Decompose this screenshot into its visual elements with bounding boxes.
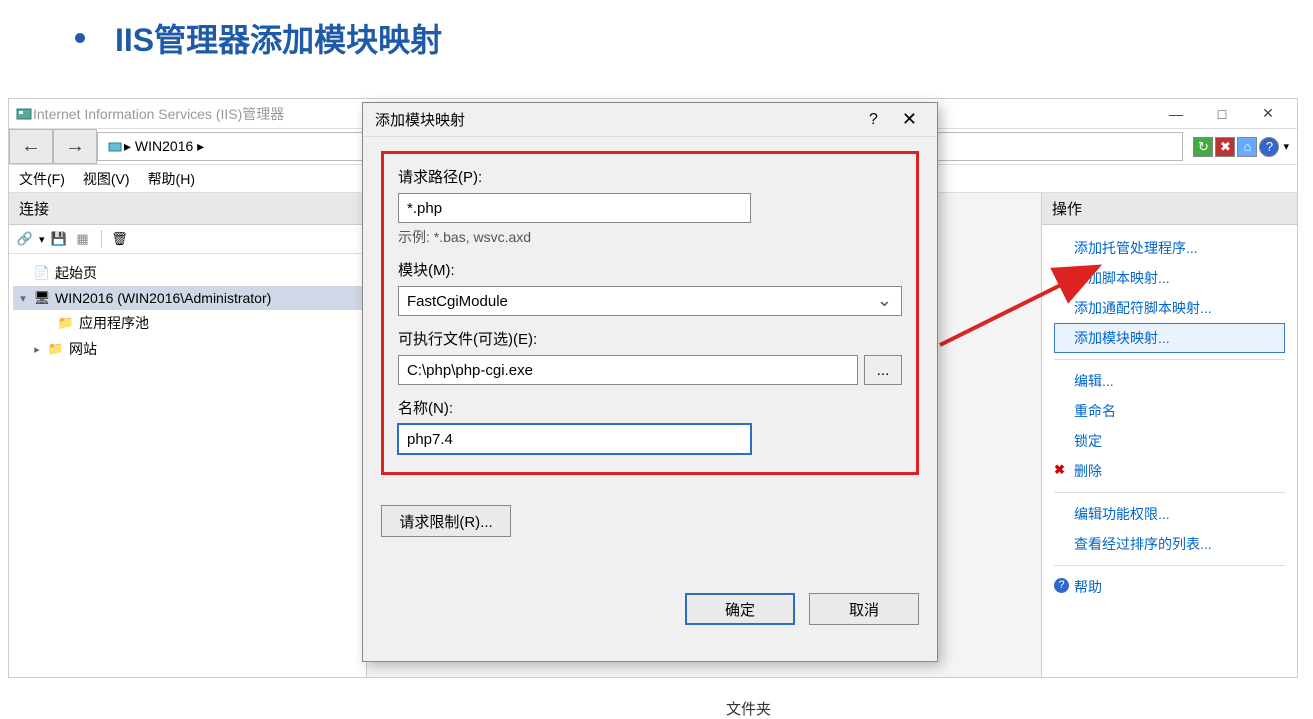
action-view-sorted-list[interactable]: 查看经过排序的列表... bbox=[1054, 529, 1285, 559]
cancel-button[interactable]: 取消 bbox=[809, 593, 919, 625]
tree-server-node[interactable]: ▾ 🖥 WIN2016 (WIN2016\Administrator) bbox=[13, 286, 362, 310]
request-path-label: 请求路径(P): bbox=[398, 166, 902, 187]
action-help[interactable]: ?帮助 bbox=[1054, 572, 1285, 602]
browse-button[interactable]: ... bbox=[864, 355, 902, 385]
name-input[interactable] bbox=[398, 424, 751, 454]
action-edit-permissions[interactable]: 编辑功能权限... bbox=[1054, 499, 1285, 529]
request-path-input[interactable] bbox=[398, 193, 751, 223]
action-add-module-map[interactable]: 添加模块映射... bbox=[1054, 323, 1285, 353]
name-label: 名称(N): bbox=[398, 397, 902, 418]
tree-label: WIN2016 (WIN2016\Administrator) bbox=[55, 290, 271, 306]
dropdown-icon[interactable]: ▾ bbox=[39, 233, 45, 246]
executable-label: 可执行文件(可选)(E): bbox=[398, 328, 902, 349]
minimize-button[interactable]: — bbox=[1153, 99, 1199, 129]
dialog-help-button[interactable]: ? bbox=[853, 111, 894, 129]
menu-view[interactable]: 视图(V) bbox=[83, 169, 130, 189]
connection-tree: 📄 起始页 ▾ 🖥 WIN2016 (WIN2016\Administrator… bbox=[9, 254, 366, 368]
ok-button[interactable]: 确定 bbox=[685, 593, 795, 625]
dropdown-icon[interactable]: ▾ bbox=[1281, 140, 1291, 153]
slide-heading: IIS管理器添加模块映射 bbox=[75, 15, 442, 61]
nav-back-button[interactable]: ← bbox=[9, 129, 53, 164]
tree-app-pools[interactable]: 📁 应用程序池 bbox=[13, 310, 362, 336]
module-label: 模块(M): bbox=[398, 259, 902, 280]
save-icon[interactable]: 💾 bbox=[49, 229, 69, 249]
tree-start-page[interactable]: 📄 起始页 bbox=[13, 260, 362, 286]
close-button[interactable]: ✕ bbox=[1245, 99, 1291, 129]
maximize-button[interactable]: □ bbox=[1199, 99, 1245, 129]
iis-app-icon bbox=[15, 105, 33, 123]
delete-icon[interactable]: 🗑 bbox=[110, 229, 130, 249]
bullet-icon bbox=[75, 33, 85, 43]
tree-sites[interactable]: ▸ 📁 网站 bbox=[13, 336, 362, 362]
connections-pane: 连接 🔗 ▾ 💾 ▦ 🗑 📄 起始页 ▾ 🖥 WIN2016 (WIN20 bbox=[9, 193, 367, 677]
nav-forward-button[interactable]: → bbox=[53, 129, 97, 164]
stop-icon[interactable]: ✖ bbox=[1215, 137, 1235, 157]
actions-pane: 操作 添加托管处理程序... 添加脚本映射... 添加通配符脚本映射... 添加… bbox=[1041, 193, 1297, 677]
add-module-mapping-dialog: 添加模块映射 ? ✕ 请求路径(P): 示例: *.bas, wsvc.axd … bbox=[362, 102, 938, 662]
action-add-wildcard-map[interactable]: 添加通配符脚本映射... bbox=[1054, 293, 1285, 323]
home-icon[interactable]: ⌂ bbox=[1237, 137, 1257, 157]
slide-title-text: IIS管理器添加模块映射 bbox=[115, 15, 442, 61]
help-icon: ? bbox=[1054, 578, 1069, 593]
grid-icon[interactable]: ▦ bbox=[73, 229, 93, 249]
server-icon bbox=[106, 138, 124, 156]
connections-toolbar: 🔗 ▾ 💾 ▦ 🗑 bbox=[9, 225, 366, 254]
tree-label: 起始页 bbox=[55, 263, 97, 283]
action-add-script-map[interactable]: 添加脚本映射... bbox=[1054, 263, 1285, 293]
module-select[interactable] bbox=[398, 286, 902, 316]
request-path-hint: 示例: *.bas, wsvc.axd bbox=[398, 227, 902, 247]
server-icon: 🖥 bbox=[33, 289, 51, 307]
dialog-close-button[interactable]: ✕ bbox=[894, 109, 925, 130]
connections-header: 连接 bbox=[9, 193, 366, 225]
delete-x-icon: ✖ bbox=[1054, 462, 1065, 478]
actions-header: 操作 bbox=[1042, 193, 1297, 225]
action-add-managed-handler[interactable]: 添加托管处理程序... bbox=[1054, 233, 1285, 263]
breadcrumb-text: ▸ WIN2016 ▸ bbox=[124, 138, 204, 155]
form-highlight-box: 请求路径(P): 示例: *.bas, wsvc.axd 模块(M): 可执行文… bbox=[381, 151, 919, 475]
action-rename[interactable]: 重命名 bbox=[1054, 396, 1285, 426]
menu-help[interactable]: 帮助(H) bbox=[148, 169, 195, 189]
connect-icon[interactable]: 🔗 bbox=[15, 229, 35, 249]
dialog-titlebar[interactable]: 添加模块映射 ? ✕ bbox=[363, 103, 937, 137]
bg-folder-label: 文件夹 bbox=[726, 698, 771, 719]
request-limit-button[interactable]: 请求限制(R)... bbox=[381, 505, 511, 537]
action-edit[interactable]: 编辑... bbox=[1054, 366, 1285, 396]
refresh-icon[interactable]: ↻ bbox=[1193, 137, 1213, 157]
expand-icon[interactable]: ▸ bbox=[31, 343, 43, 356]
action-lock[interactable]: 锁定 bbox=[1054, 426, 1285, 456]
tree-label: 网站 bbox=[69, 339, 97, 359]
executable-input[interactable] bbox=[398, 355, 858, 385]
menu-file[interactable]: 文件(F) bbox=[19, 169, 65, 189]
tree-label: 应用程序池 bbox=[79, 313, 149, 333]
action-delete[interactable]: ✖删除 bbox=[1054, 456, 1285, 486]
nav-right-icons: ↻ ✖ ⌂ ? ▾ bbox=[1187, 129, 1297, 164]
start-page-icon: 📄 bbox=[33, 264, 51, 282]
dialog-title: 添加模块映射 bbox=[375, 109, 465, 130]
help-icon[interactable]: ? bbox=[1259, 137, 1279, 157]
sites-icon: 📁 bbox=[47, 340, 65, 358]
app-pool-icon: 📁 bbox=[57, 314, 75, 332]
expand-icon[interactable]: ▾ bbox=[17, 292, 29, 305]
